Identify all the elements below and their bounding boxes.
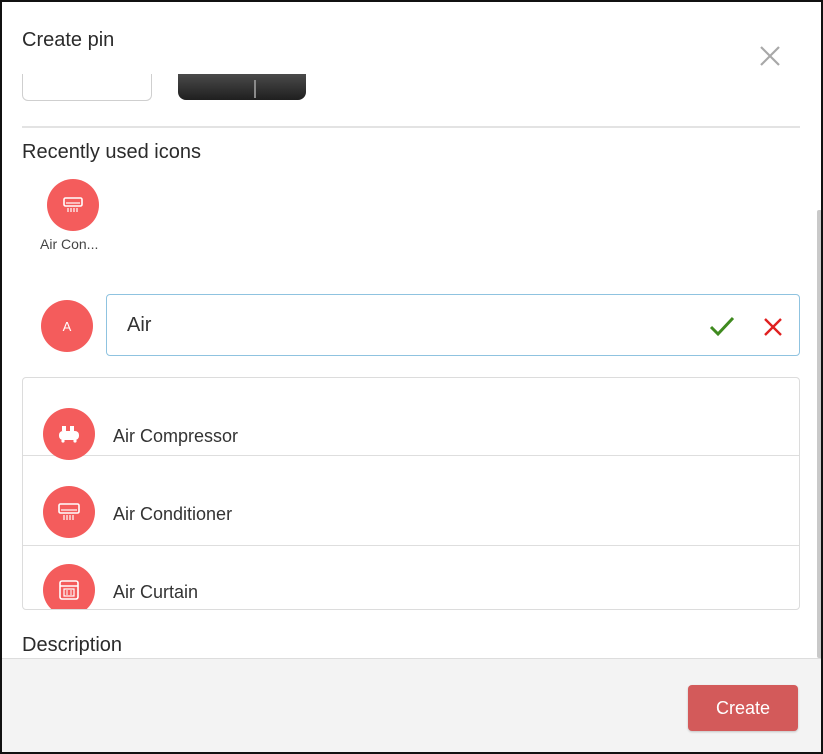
icon-search-input[interactable] bbox=[125, 309, 689, 341]
close-icon[interactable] bbox=[763, 317, 783, 337]
dialog-footer: Create bbox=[2, 658, 821, 752]
recent-icons-heading: Recently used icons bbox=[22, 141, 201, 163]
letter-avatar: A bbox=[41, 300, 93, 352]
air-curtain-icon bbox=[43, 564, 95, 609]
list-item[interactable]: Air Compressor bbox=[23, 378, 799, 460]
create-pin-dialog: Create pin Recently used icons Air Con..… bbox=[0, 0, 823, 754]
description-label: Description bbox=[22, 634, 123, 656]
recent-icon-label: Air Con... bbox=[40, 236, 99, 252]
dialog-title: Create pin bbox=[22, 29, 115, 51]
divider bbox=[22, 126, 800, 128]
air-conditioner-icon[interactable] bbox=[47, 179, 99, 231]
result-label: Air Conditioner bbox=[113, 504, 233, 524]
image-thumbnail[interactable] bbox=[178, 74, 306, 100]
image-thumbnail[interactable] bbox=[22, 74, 152, 101]
list-item[interactable]: Air Conditioner bbox=[23, 468, 799, 546]
list-item[interactable]: Air Curtain bbox=[23, 547, 799, 609]
close-icon[interactable] bbox=[756, 42, 784, 70]
icon-search-field bbox=[106, 294, 800, 356]
air-conditioner-icon bbox=[43, 486, 95, 538]
result-label: Air Curtain bbox=[113, 582, 199, 602]
icon-results-list: Air Compressor Air Conditioner Air Curta… bbox=[22, 377, 800, 610]
create-button[interactable]: Create bbox=[688, 685, 798, 731]
scrollbar[interactable] bbox=[817, 210, 821, 658]
result-label: Air Compressor bbox=[113, 426, 239, 446]
air-compressor-icon bbox=[43, 408, 95, 460]
check-icon[interactable] bbox=[709, 315, 735, 337]
